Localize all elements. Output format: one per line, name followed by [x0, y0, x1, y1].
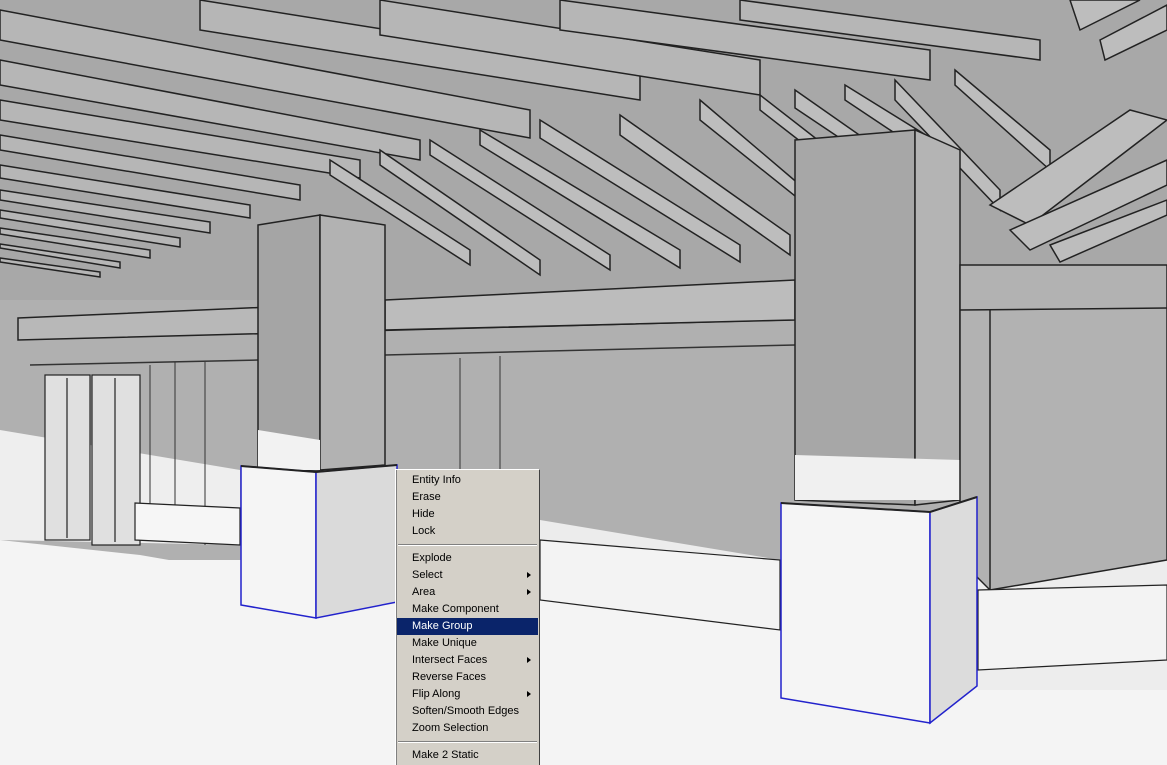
3d-viewport[interactable] [0, 0, 1167, 765]
model-scene [0, 0, 1167, 765]
menu-item-area[interactable]: Area [396, 584, 539, 601]
menu-item-label: Area [412, 586, 436, 598]
menu-item-label: Intersect Faces [412, 654, 488, 666]
doors [44, 374, 141, 546]
menu-item-label: Flip Along [412, 688, 461, 700]
menu-item-label: Lock [412, 525, 436, 537]
selected-pedestal-left [240, 464, 398, 619]
column-right-side [914, 128, 961, 506]
column-right [794, 129, 916, 506]
menu-item-label: Explode [412, 552, 452, 564]
menu-item-intersect-faces[interactable]: Intersect Faces [396, 652, 539, 669]
menu-item-label: Zoom Selection [412, 722, 489, 734]
bench [977, 584, 1167, 671]
menu-item-hide[interactable]: Hide [396, 506, 539, 523]
submenu-arrow-icon [527, 572, 531, 578]
menu-item-label: Reverse Faces [412, 671, 486, 683]
submenu-arrow-icon [527, 589, 531, 595]
menu-item-make-unique[interactable]: Make Unique [396, 635, 539, 652]
menu-item-label: Make Unique [412, 637, 477, 649]
menu-item-label: Make Group [412, 620, 473, 632]
menu-item-make-component[interactable]: Make Component [396, 601, 539, 618]
submenu-arrow-icon [527, 691, 531, 697]
menu-item-select[interactable]: Select [396, 567, 539, 584]
menu-item-make-2-static[interactable]: Make 2 Static [396, 747, 539, 764]
menu-item-reverse-faces[interactable]: Reverse Faces [396, 669, 539, 686]
menu-item-label: Make Component [412, 603, 499, 615]
menu-item-zoom-selection[interactable]: Zoom Selection [396, 720, 539, 737]
menu-item-label: Make 2 Static [412, 749, 479, 761]
menu-item-lock[interactable]: Lock [396, 523, 539, 540]
menu-item-label: Erase [412, 491, 441, 503]
selected-pedestal-right [780, 495, 978, 725]
menu-item-flip-along[interactable]: Flip Along [396, 686, 539, 703]
menu-separator [398, 741, 537, 743]
column-right-light [795, 455, 960, 500]
submenu-arrow-icon [527, 657, 531, 663]
menu-separator [398, 544, 537, 546]
menu-item-erase[interactable]: Erase [396, 489, 539, 506]
menu-item-soften-smooth-edges[interactable]: Soften/Smooth Edges [396, 703, 539, 720]
menu-item-label: Soften/Smooth Edges [412, 705, 520, 717]
menu-item-label: Entity Info [412, 474, 461, 486]
menu-item-label: Select [412, 569, 443, 581]
column-left-side [319, 214, 386, 471]
menu-item-label: Hide [412, 508, 435, 520]
menu-item-entity-info[interactable]: Entity Info [396, 472, 539, 489]
right-wall [959, 264, 1167, 591]
menu-item-explode[interactable]: Explode [396, 550, 539, 567]
bench [134, 502, 241, 546]
context-menu: Entity Info Erase Hide Lock Explode Select Are… [395, 469, 540, 765]
menu-item-make-group[interactable]: Make Group [397, 618, 538, 635]
